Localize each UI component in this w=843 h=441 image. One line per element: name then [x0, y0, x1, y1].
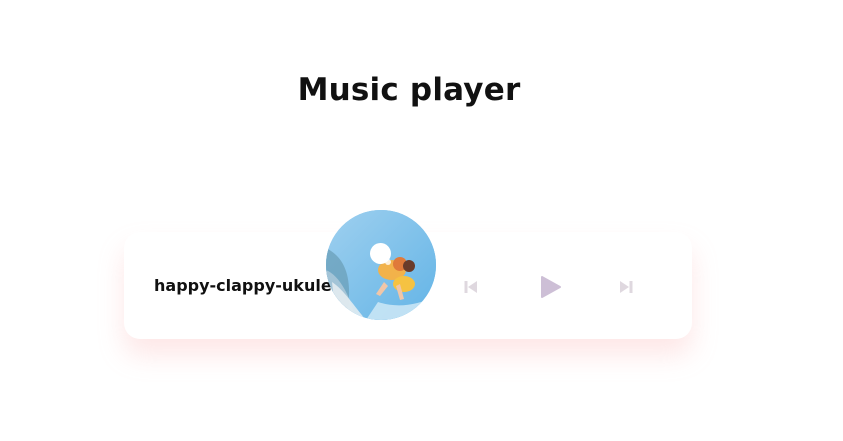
next-track-button[interactable]	[615, 276, 637, 298]
page-title: Music player	[297, 72, 521, 108]
page: Music player happy-clappy-ukulele	[0, 0, 843, 441]
album-hole	[370, 243, 391, 264]
album-art	[326, 210, 436, 320]
track-name: happy-clappy-ukulele	[154, 276, 348, 295]
skip-next-icon	[620, 281, 633, 293]
skip-previous-icon	[464, 281, 477, 293]
previous-track-button[interactable]	[460, 276, 482, 298]
play-icon	[541, 276, 561, 298]
play-button[interactable]	[533, 270, 567, 304]
album-cover-image	[326, 210, 436, 320]
